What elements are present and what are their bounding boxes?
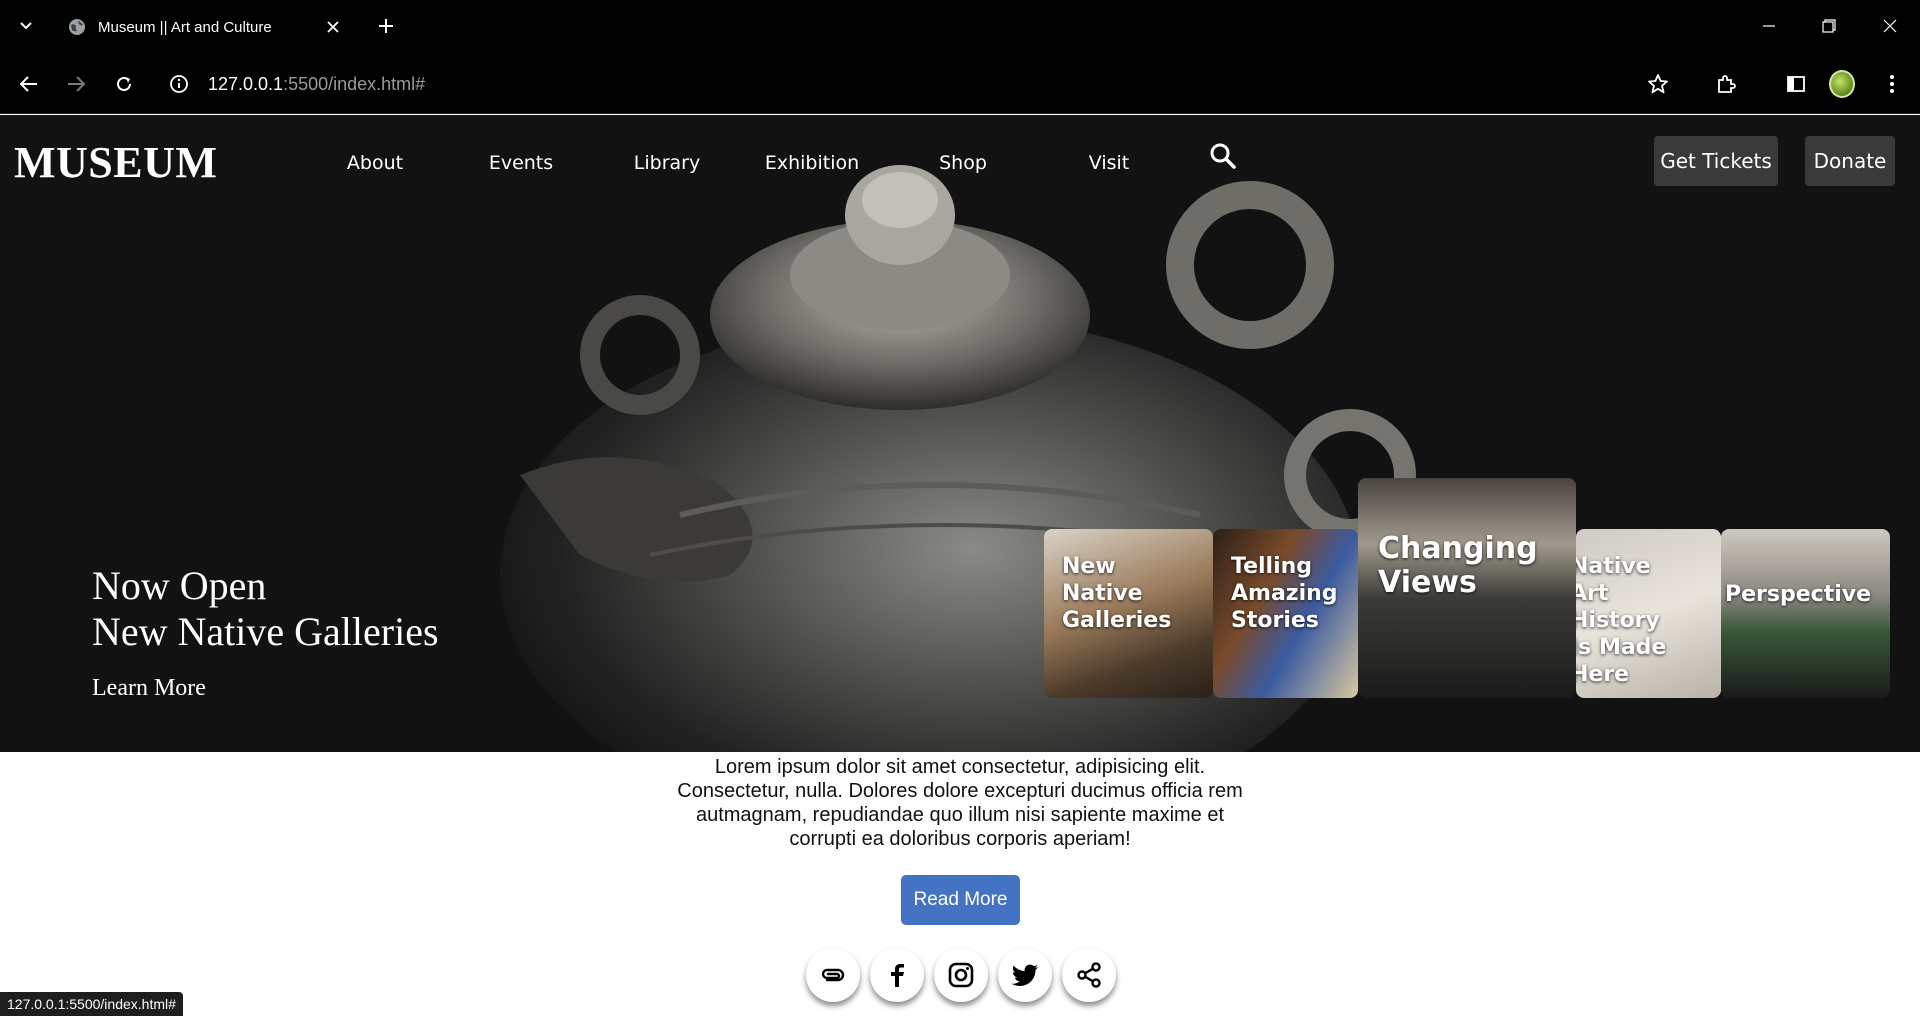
share-icon[interactable] (1062, 948, 1116, 1002)
side-panel-icon[interactable] (1783, 71, 1809, 97)
reload-icon[interactable] (111, 71, 137, 97)
browser-tab-bar: Museum || Art and Culture (0, 0, 1920, 53)
globe-icon (69, 19, 85, 35)
new-tab-icon[interactable] (374, 14, 398, 38)
extensions-icon[interactable] (1713, 71, 1739, 97)
learn-more-link[interactable]: Learn More (92, 675, 206, 702)
back-arrow-icon[interactable] (16, 71, 42, 97)
close-tab-icon[interactable] (322, 16, 344, 38)
tab-search-chevron-icon[interactable] (14, 14, 38, 38)
main-nav: About Events Library Exhibition Shop Vis… (330, 143, 1154, 183)
card-label: New Native Galleries (1062, 554, 1172, 633)
social-links (806, 948, 1126, 1002)
gallery-cards: New Native Galleries Telling Amazing Stories… (1044, 478, 1890, 698)
card-telling-amazing-stories[interactable]: Telling Amazing Stories (1213, 529, 1358, 698)
facebook-icon[interactable] (870, 948, 924, 1002)
browser-tab[interactable]: Museum || Art and Culture (56, 8, 356, 46)
nav-exhibition[interactable]: Exhibition (752, 152, 872, 174)
card-new-native-galleries[interactable]: New Native Galleries (1044, 529, 1213, 698)
hero-title-line1: Now Open (92, 563, 267, 608)
site-info-icon[interactable] (166, 71, 192, 97)
nav-about[interactable]: About (330, 152, 420, 174)
search-icon[interactable] (1208, 141, 1238, 171)
status-bar-url: 127.0.0.1:5500/index.html# (0, 992, 183, 1016)
nav-visit[interactable]: Visit (1064, 152, 1154, 174)
hero-title-line2: New Native Galleries (92, 609, 439, 654)
tab-title: Museum || Art and Culture (98, 18, 272, 36)
card-label: Telling Amazing Stories (1231, 554, 1338, 633)
url-host: 127.0.0.1 (208, 73, 284, 94)
close-window-icon[interactable] (1878, 14, 1902, 38)
donate-button[interactable]: Donate (1805, 136, 1895, 186)
read-more-button[interactable]: Read More (901, 875, 1020, 925)
restore-icon[interactable] (1817, 14, 1841, 38)
get-tickets-button[interactable]: Get Tickets (1654, 136, 1778, 186)
browser-toolbar: 127.0.0.1:5500/index.html# (0, 53, 1920, 114)
nav-shop[interactable]: Shop (918, 152, 1008, 174)
hero-title: Now Open New Native Galleries (92, 563, 439, 655)
intro-paragraph: Lorem ipsum dolor sit amet consectetur, … (677, 756, 1243, 850)
card-label: Native Art History Is Made Here (1576, 554, 1667, 687)
card-label: Changing Views (1378, 531, 1538, 600)
address-field[interactable]: 127.0.0.1:5500/index.html# (208, 71, 425, 97)
browser-menu-icon[interactable] (1879, 71, 1905, 97)
profile-avatar[interactable] (1829, 70, 1855, 98)
hero-section: MUSEUM About Events Library Exhibition S… (0, 115, 1920, 752)
instagram-icon[interactable] (934, 948, 988, 1002)
bookmark-star-icon[interactable] (1645, 71, 1671, 97)
nav-events[interactable]: Events (476, 152, 566, 174)
forward-arrow-icon[interactable] (63, 71, 89, 97)
card-native-art-history[interactable]: Native Art History Is Made Here (1576, 529, 1721, 698)
nav-library[interactable]: Library (622, 152, 712, 174)
card-label: Perspective (1725, 582, 1872, 607)
link-icon[interactable] (806, 948, 860, 1002)
card-changing-views[interactable]: Changing Views (1358, 478, 1576, 698)
twitter-icon[interactable] (998, 948, 1052, 1002)
card-perspective[interactable]: Perspective (1721, 529, 1890, 698)
minimize-icon[interactable] (1757, 14, 1781, 38)
site-logo[interactable]: MUSEUM (14, 137, 217, 188)
url-path: :5500/index.html# (283, 73, 426, 94)
